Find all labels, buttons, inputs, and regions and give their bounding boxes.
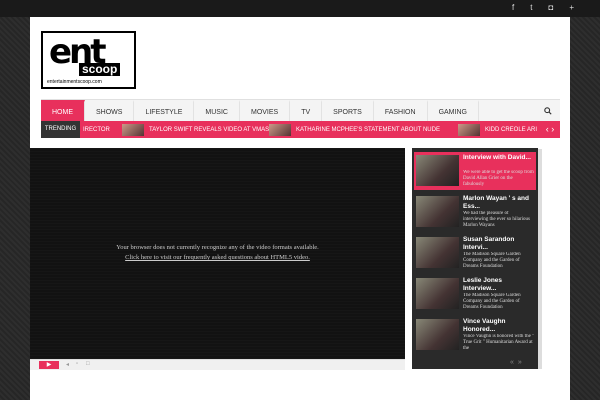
playlist-title: Leslie Jones Interview... (463, 277, 503, 292)
fullscreen-icon[interactable]: □ (86, 361, 90, 367)
ticker-arrows[interactable]: ‹ › (540, 121, 560, 138)
logo-url: entertainmentscoop.com (47, 79, 102, 85)
ticker-thumbnail (122, 123, 144, 136)
site-logo[interactable]: ent scoop entertainmentscoop.com (41, 31, 136, 89)
trending-ticker: IRECTOR TAYLOR SWIFT REVEALS VIDEO AT VM… (41, 121, 560, 138)
playlist-thumbnail (416, 155, 459, 186)
video-error-message: Your browser does not currently recogniz… (116, 244, 319, 251)
video-controls: ▶ ◂ ▫ □ (30, 359, 405, 370)
google-plus-icon[interactable]: + (569, 3, 574, 13)
playlist-item[interactable]: Leslie Jones Interview... The Madison Sq… (414, 275, 536, 313)
top-bar: f t ◘ + (0, 0, 600, 17)
playlist-title: Marlon Wayan ' s and Ess... (463, 195, 529, 210)
ticker-item[interactable]: TAYLOR SWIFT REVEALS VIDEO AT VMAS (122, 121, 269, 138)
playlist-desc: Vince Vaughn is honored with the " True … (463, 334, 535, 351)
nav-item-shows[interactable]: SHOWS (85, 100, 135, 122)
playlist-desc: The Madison Square Garden Company and th… (463, 293, 521, 310)
next-icon[interactable]: » (518, 359, 522, 366)
ticker-thumbnail (458, 123, 480, 136)
nav-item-home[interactable]: HOME (41, 100, 85, 122)
playlist-controls: « » (510, 359, 522, 366)
page-container: ent scoop entertainmentscoop.com HOME SH… (30, 17, 570, 400)
prev-icon[interactable]: « (510, 359, 514, 366)
playlist-scrollbar[interactable] (538, 149, 542, 369)
play-button[interactable]: ▶ (39, 361, 59, 369)
nav-item-music[interactable]: MUSIC (194, 100, 240, 122)
video-player[interactable]: Your browser does not currently recogniz… (30, 148, 405, 359)
nav-item-sports[interactable]: SPORTS (322, 100, 374, 122)
twitter-icon[interactable]: t (530, 3, 532, 13)
ticker-item[interactable]: KATHARINE MCPHEE'S STATEMENT ABOUT NUDE (269, 121, 440, 138)
mute-icon[interactable]: ◂ (66, 361, 69, 368)
social-links: f t ◘ + (512, 3, 574, 13)
playlist-item[interactable]: Susan Sarandon Intervi... The Madison Sq… (414, 234, 536, 272)
nav-item-movies[interactable]: MOVIES (240, 100, 291, 122)
facebook-icon[interactable]: f (512, 3, 514, 13)
logo-sub: scoop (79, 63, 121, 76)
nav-item-tv[interactable]: TV (290, 100, 323, 122)
ticker-thumbnail (269, 123, 291, 136)
playlist-thumbnail (416, 319, 459, 350)
playlist-desc: We had the pleasure of interviewing the … (463, 211, 530, 228)
playlist-title: Susan Sarandon Intervi... (463, 236, 515, 251)
search-icon (544, 107, 552, 115)
playlist-item[interactable]: Vince Vaughn Honored... Vince Vaughn is … (414, 316, 536, 354)
instagram-icon[interactable]: ◘ (548, 3, 553, 13)
playlist-title: Vince Vaughn Honored... (463, 318, 506, 333)
playlist-thumbnail (416, 237, 459, 268)
playlist-desc: We were able to get the scoop from David… (463, 170, 534, 187)
html5-faq-link[interactable]: Click here to visit our frequently asked… (30, 254, 405, 261)
nav-item-fashion[interactable]: FASHION (374, 100, 428, 122)
playlist-item[interactable]: Marlon Wayan ' s and Ess... We had the p… (414, 193, 536, 231)
volume-icon[interactable]: ▫ (76, 361, 78, 367)
ticker-item[interactable]: KIDD CREOLE ARI (458, 121, 537, 138)
nav-item-gaming[interactable]: GAMING (428, 100, 479, 122)
search-button[interactable] (536, 100, 560, 122)
nav-item-lifestyle[interactable]: LIFESTYLE (134, 100, 195, 122)
ticker-item[interactable]: IRECTOR (83, 121, 110, 138)
playlist-item[interactable]: Interview with David... We were able to … (414, 152, 536, 190)
playlist-thumbnail (416, 278, 459, 309)
main-nav: HOME SHOWS LIFESTYLE MUSIC MOVIES TV SPO… (41, 99, 560, 122)
playlist-desc: The Madison Square Garden Company and th… (463, 252, 521, 269)
video-playlist: Interview with David... We were able to … (412, 148, 538, 369)
trending-label: TRENDING (41, 121, 80, 138)
playlist-title: Interview with David... (463, 154, 531, 161)
playlist-thumbnail (416, 196, 459, 227)
